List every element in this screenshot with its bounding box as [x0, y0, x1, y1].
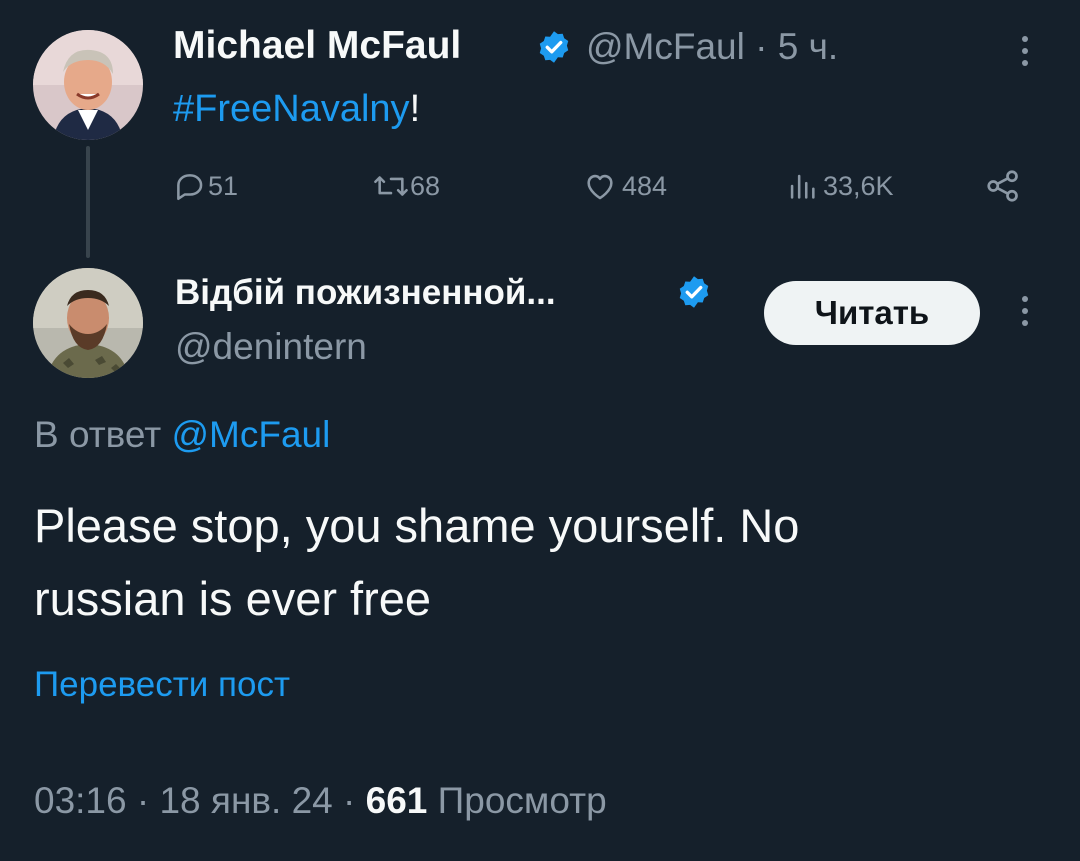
- post-views-label: Просмотр: [437, 780, 607, 821]
- hashtag-link[interactable]: #FreeNavalny: [173, 88, 410, 130]
- parent-handle[interactable]: @McFaul: [586, 26, 745, 67]
- verified-badge-icon: [539, 31, 569, 63]
- parent-author-name[interactable]: Michael McFaul: [173, 24, 461, 68]
- verified-badge-icon: [679, 276, 709, 308]
- separator-dot: ·: [343, 780, 356, 821]
- share-icon: [987, 170, 1018, 202]
- like-icon: [587, 174, 613, 200]
- parent-text-suffix: !: [409, 88, 421, 130]
- retweet-button[interactable]: 68: [372, 166, 440, 206]
- thread-connector-line: [86, 146, 90, 258]
- views-icon: [790, 174, 815, 199]
- avatar-denintern[interactable]: [33, 268, 143, 378]
- retweet-icon: [374, 176, 408, 196]
- more-options-icon[interactable]: [1022, 296, 1028, 332]
- follow-button[interactable]: Читать: [764, 281, 980, 345]
- reply-count: 51: [208, 170, 239, 201]
- more-options-icon[interactable]: [1022, 36, 1028, 72]
- reply-author-name[interactable]: Відбій пожизненной...: [175, 273, 556, 313]
- parent-time[interactable]: 5 ч.: [778, 26, 838, 67]
- reply-button[interactable]: 51: [172, 166, 238, 206]
- reply-icon: [177, 174, 203, 201]
- reply-text-line1: Please stop, you shame yourself. No: [34, 499, 800, 552]
- separator-dot: ·: [755, 26, 768, 67]
- share-button[interactable]: [985, 166, 1021, 206]
- post-time[interactable]: 03:16: [34, 780, 127, 821]
- like-count: 484: [622, 170, 668, 201]
- views-button[interactable]: 33,6K: [785, 166, 894, 206]
- like-button[interactable]: 484: [582, 166, 667, 206]
- separator-dot: ·: [136, 780, 150, 821]
- reply-to-prefix: В ответ: [34, 414, 162, 455]
- reply-handle[interactable]: @denintern: [175, 326, 367, 368]
- retweet-count: 68: [410, 170, 441, 201]
- reply-to-handle-link[interactable]: @McFaul: [172, 414, 331, 455]
- post-date[interactable]: 18 янв. 24: [159, 780, 332, 821]
- post-views-count: 661: [365, 780, 428, 821]
- avatar-mcfaul[interactable]: [33, 30, 143, 140]
- views-count: 33,6K: [823, 170, 894, 201]
- reply-text-line2: russian is ever free: [34, 572, 432, 625]
- translate-post-link[interactable]: Перевести пост: [34, 665, 290, 705]
